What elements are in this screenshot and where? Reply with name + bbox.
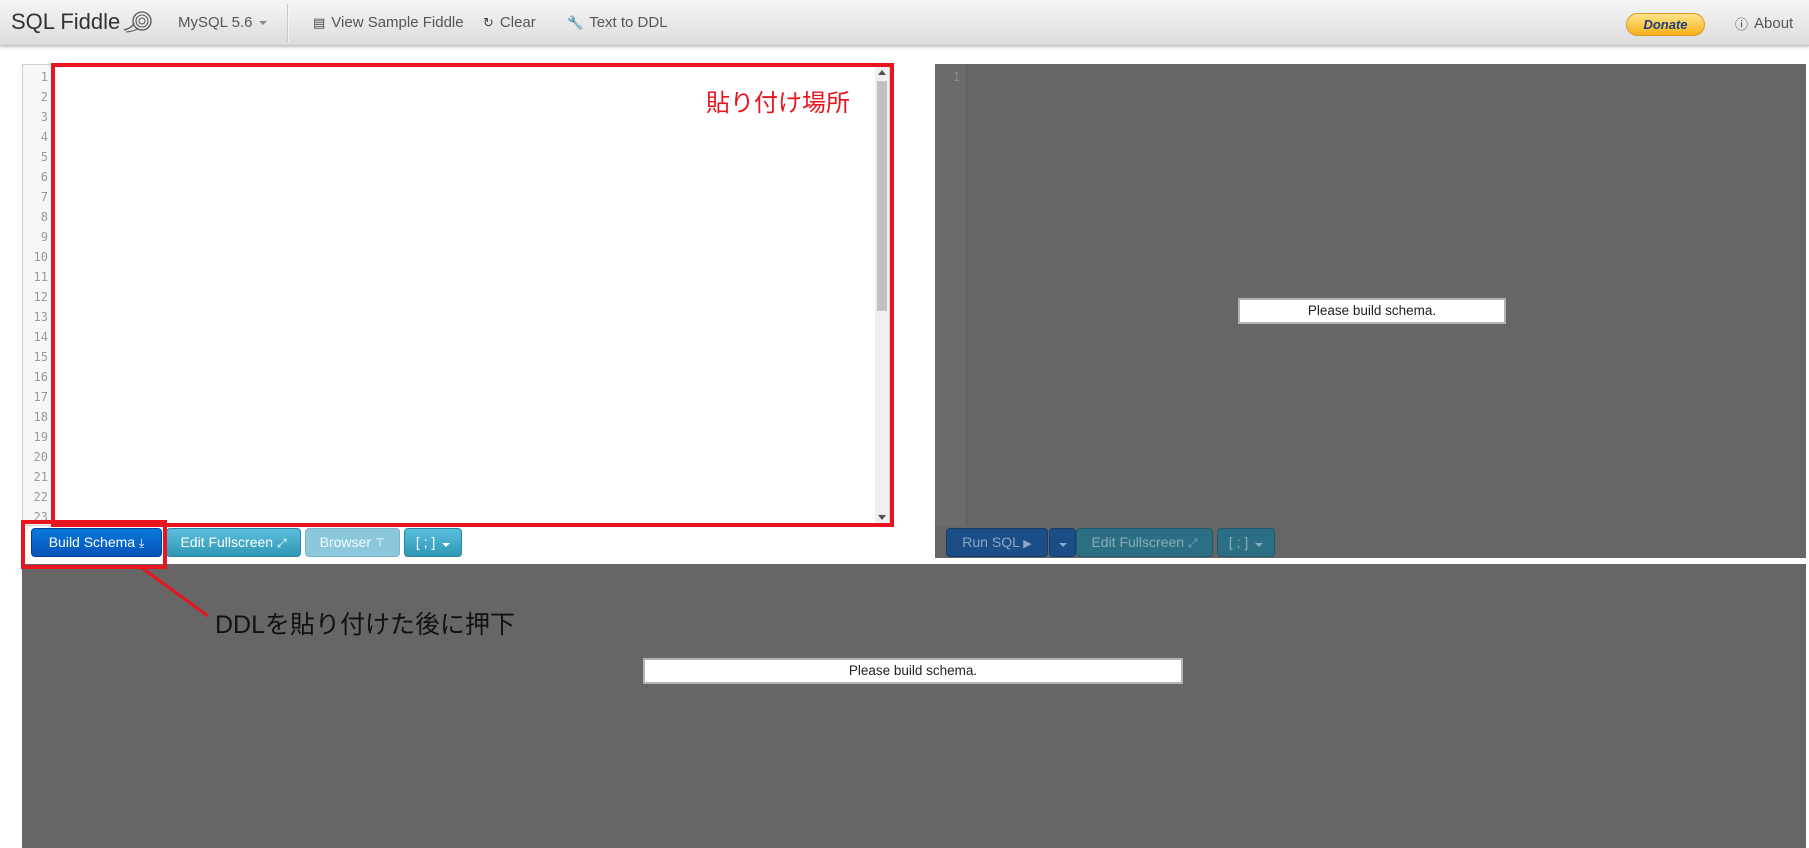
brand-name: SQL Fiddle	[11, 9, 121, 34]
schema-delimiter-dropdown[interactable]: [ ; ]	[404, 528, 462, 557]
line-number: 22	[33, 490, 48, 504]
build-schema-annotation: DDLを貼り付けた後に押下	[215, 611, 516, 639]
line-number: 21	[33, 470, 48, 484]
refresh-icon: ↻	[483, 14, 494, 30]
line-number: 4	[40, 130, 48, 144]
line-number-gutter: 1 2 3 4 5 6 7 8 9 10 11 12 13 14 15 16 1…	[23, 65, 53, 525]
wrench-icon: 🔧	[567, 14, 584, 30]
query-panel: 1 Please build schema. Run SQL ▶ Edit Fu…	[935, 64, 1806, 558]
delimiter-label: [ ; ]	[415, 534, 436, 550]
tree-icon: ⊤	[374, 536, 386, 550]
about-label: About	[1754, 15, 1794, 32]
query-delimiter-dropdown[interactable]: [ ; ]	[1217, 528, 1275, 557]
db-version-label: MySQL 5.6	[178, 14, 253, 31]
chevron-down-icon	[259, 20, 268, 25]
brand-logo[interactable]: SQL Fiddle	[11, 9, 154, 35]
run-sql-label: Run SQL	[962, 534, 1020, 550]
line-number: 1	[952, 70, 960, 84]
info-icon: ⓘ	[1735, 17, 1749, 32]
line-number: 15	[33, 350, 48, 364]
about-link[interactable]: ⓘ About	[1735, 14, 1793, 33]
top-navbar: SQL Fiddle MySQL 5.6 ▤ View Sample Fiddl…	[0, 0, 1809, 46]
chevron-down-icon	[442, 543, 451, 547]
annotation-pointer-line	[141, 566, 209, 618]
view-sample-fiddle-link[interactable]: ▤ View Sample Fiddle	[313, 14, 464, 31]
line-number: 9	[40, 230, 48, 244]
edit-fullscreen-button[interactable]: Edit Fullscreen ⤢	[166, 528, 301, 557]
line-number: 8	[40, 210, 48, 224]
query-edit-fullscreen-button[interactable]: Edit Fullscreen ⤢	[1076, 528, 1213, 557]
text-to-ddl-label: Text to DDL	[589, 14, 668, 31]
line-number: 13	[33, 310, 48, 324]
line-number: 7	[40, 190, 48, 204]
line-number: 5	[40, 150, 48, 164]
line-number: 19	[33, 430, 48, 444]
line-number: 14	[33, 330, 48, 344]
list-icon: ▤	[313, 14, 326, 30]
navbar-divider	[287, 4, 288, 42]
view-sample-label: View Sample Fiddle	[331, 14, 464, 31]
paste-location-annotation: 貼り付け場所	[706, 90, 850, 117]
line-number: 6	[40, 170, 48, 184]
donate-button[interactable]: Donate	[1626, 13, 1705, 36]
query-gutter: 1	[935, 64, 967, 526]
build-schema-highlight	[21, 520, 167, 569]
chevron-down-icon	[1058, 543, 1067, 547]
run-sql-button[interactable]: Run SQL ▶	[946, 528, 1048, 557]
line-number: 12	[33, 290, 48, 304]
query-status-message: Please build schema.	[1238, 298, 1506, 324]
line-number: 18	[33, 410, 48, 424]
line-number: 16	[33, 370, 48, 384]
run-sql-options-dropdown[interactable]	[1049, 528, 1076, 557]
line-number: 20	[33, 450, 48, 464]
play-icon: ▶	[1023, 538, 1032, 550]
browser-button[interactable]: Browser ⊤	[305, 528, 400, 557]
delimiter-label: [ ; ]	[1228, 534, 1249, 550]
results-status-message: Please build schema.	[643, 658, 1183, 684]
line-number: 10	[33, 250, 48, 264]
expand-icon: ⤢	[1187, 536, 1198, 550]
line-number: 17	[33, 390, 48, 404]
clear-link[interactable]: ↻ Clear	[483, 14, 536, 31]
line-number: 1	[40, 70, 48, 84]
edit-fullscreen-label: Edit Fullscreen	[180, 534, 274, 550]
line-number: 2	[40, 90, 48, 104]
edit-fullscreen-label: Edit Fullscreen	[1091, 534, 1185, 550]
expand-icon: ⤢	[276, 536, 287, 550]
clear-label: Clear	[499, 14, 536, 31]
line-number: 3	[40, 110, 48, 124]
text-to-ddl-link[interactable]: 🔧 Text to DDL	[567, 14, 668, 31]
db-version-dropdown[interactable]: MySQL 5.6	[178, 14, 268, 31]
browser-label: Browser	[319, 534, 371, 550]
paste-location-highlight	[51, 63, 894, 527]
line-number: 11	[33, 270, 48, 284]
shell-icon	[124, 11, 152, 33]
chevron-down-icon	[1255, 543, 1264, 547]
